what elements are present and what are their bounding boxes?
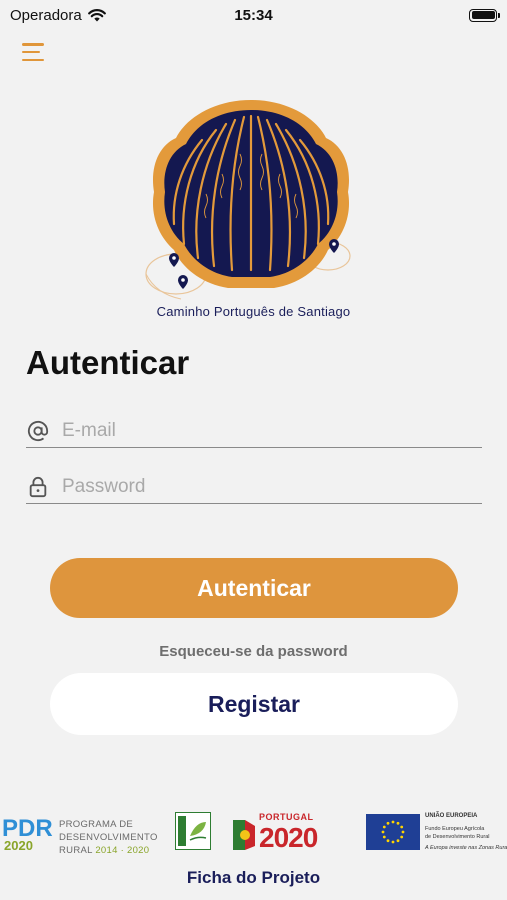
status-left: Operadora — [10, 7, 106, 24]
eu-line1: Fundo Europeu Agrícola — [425, 826, 485, 832]
forgot-password-link[interactable]: Esqueceu-se da password — [0, 643, 507, 660]
battery-fill — [471, 11, 495, 19]
pdr-text: PROGRAMA DE DESENVOLVIMENTO RURAL 2014 ·… — [59, 818, 158, 857]
eu-head: UNIÃO EUROPEIA — [425, 813, 478, 819]
status-bar: Operadora 15:34 — [0, 0, 507, 30]
page-title: Autenticar — [26, 344, 190, 381]
project-info-link[interactable]: Ficha do Projeto — [0, 868, 507, 888]
email-input[interactable] — [62, 419, 482, 442]
password-input[interactable] — [62, 475, 482, 498]
sponsor-logos: PDR 2020 PROGRAMA DE DESENVOLVIMENTO RUR… — [0, 806, 507, 856]
menu-line — [22, 50, 40, 54]
portugal2020-year: 2020 — [259, 822, 318, 853]
leader-logo — [175, 812, 211, 850]
pdr-line1: PROGRAMA DE — [59, 819, 134, 830]
at-sign-icon — [26, 419, 50, 443]
carrier-label: Operadora — [10, 6, 82, 24]
register-button[interactable]: Registar — [50, 673, 458, 735]
lock-icon — [26, 475, 50, 499]
scallop-shell-logo — [145, 100, 351, 300]
password-field[interactable] — [26, 470, 482, 504]
menu-line — [22, 58, 44, 61]
pdr-line3: RURAL — [59, 845, 93, 856]
email-field[interactable] — [26, 414, 482, 448]
leader-mark-icon — [178, 816, 207, 846]
hamburger-menu-icon[interactable] — [22, 42, 46, 62]
eu-line2: de Desenvolvimento Rural — [425, 834, 490, 840]
pdr2020-logo: PDR 2020 PROGRAMA DE DESENVOLVIMENTO RUR… — [2, 812, 160, 856]
menu-line — [22, 43, 44, 46]
portugal2020-label: PORTUGAL — [259, 812, 314, 822]
pdr-years: 2014 · 2020 — [95, 845, 150, 856]
pdr-line2: DESENVOLVIMENTO — [59, 832, 158, 843]
pdr-line3-wrap: RURAL 2014 · 2020 — [59, 844, 158, 857]
logo-caption: Caminho Português de Santiago — [156, 304, 351, 319]
pdr-mark-icon: PDR 2020 — [2, 815, 53, 852]
wifi-icon — [87, 8, 106, 21]
login-button[interactable]: Autenticar — [50, 558, 458, 618]
svg-text:2020: 2020 — [4, 838, 33, 852]
eu-line3: A Europa investe nas Zonas Rurais — [425, 845, 507, 851]
portugal2020-mark-icon — [233, 820, 255, 850]
portugal2020-logo: PORTUGAL 2020 — [231, 810, 349, 854]
eu-text: UNIÃO EUROPEIA Fundo Europeu Agrícola de… — [425, 812, 507, 852]
eu-flag-icon — [366, 814, 420, 850]
eu-logo: UNIÃO EUROPEIA Fundo Europeu Agrícola de… — [366, 812, 507, 852]
battery-icon — [469, 8, 500, 22]
